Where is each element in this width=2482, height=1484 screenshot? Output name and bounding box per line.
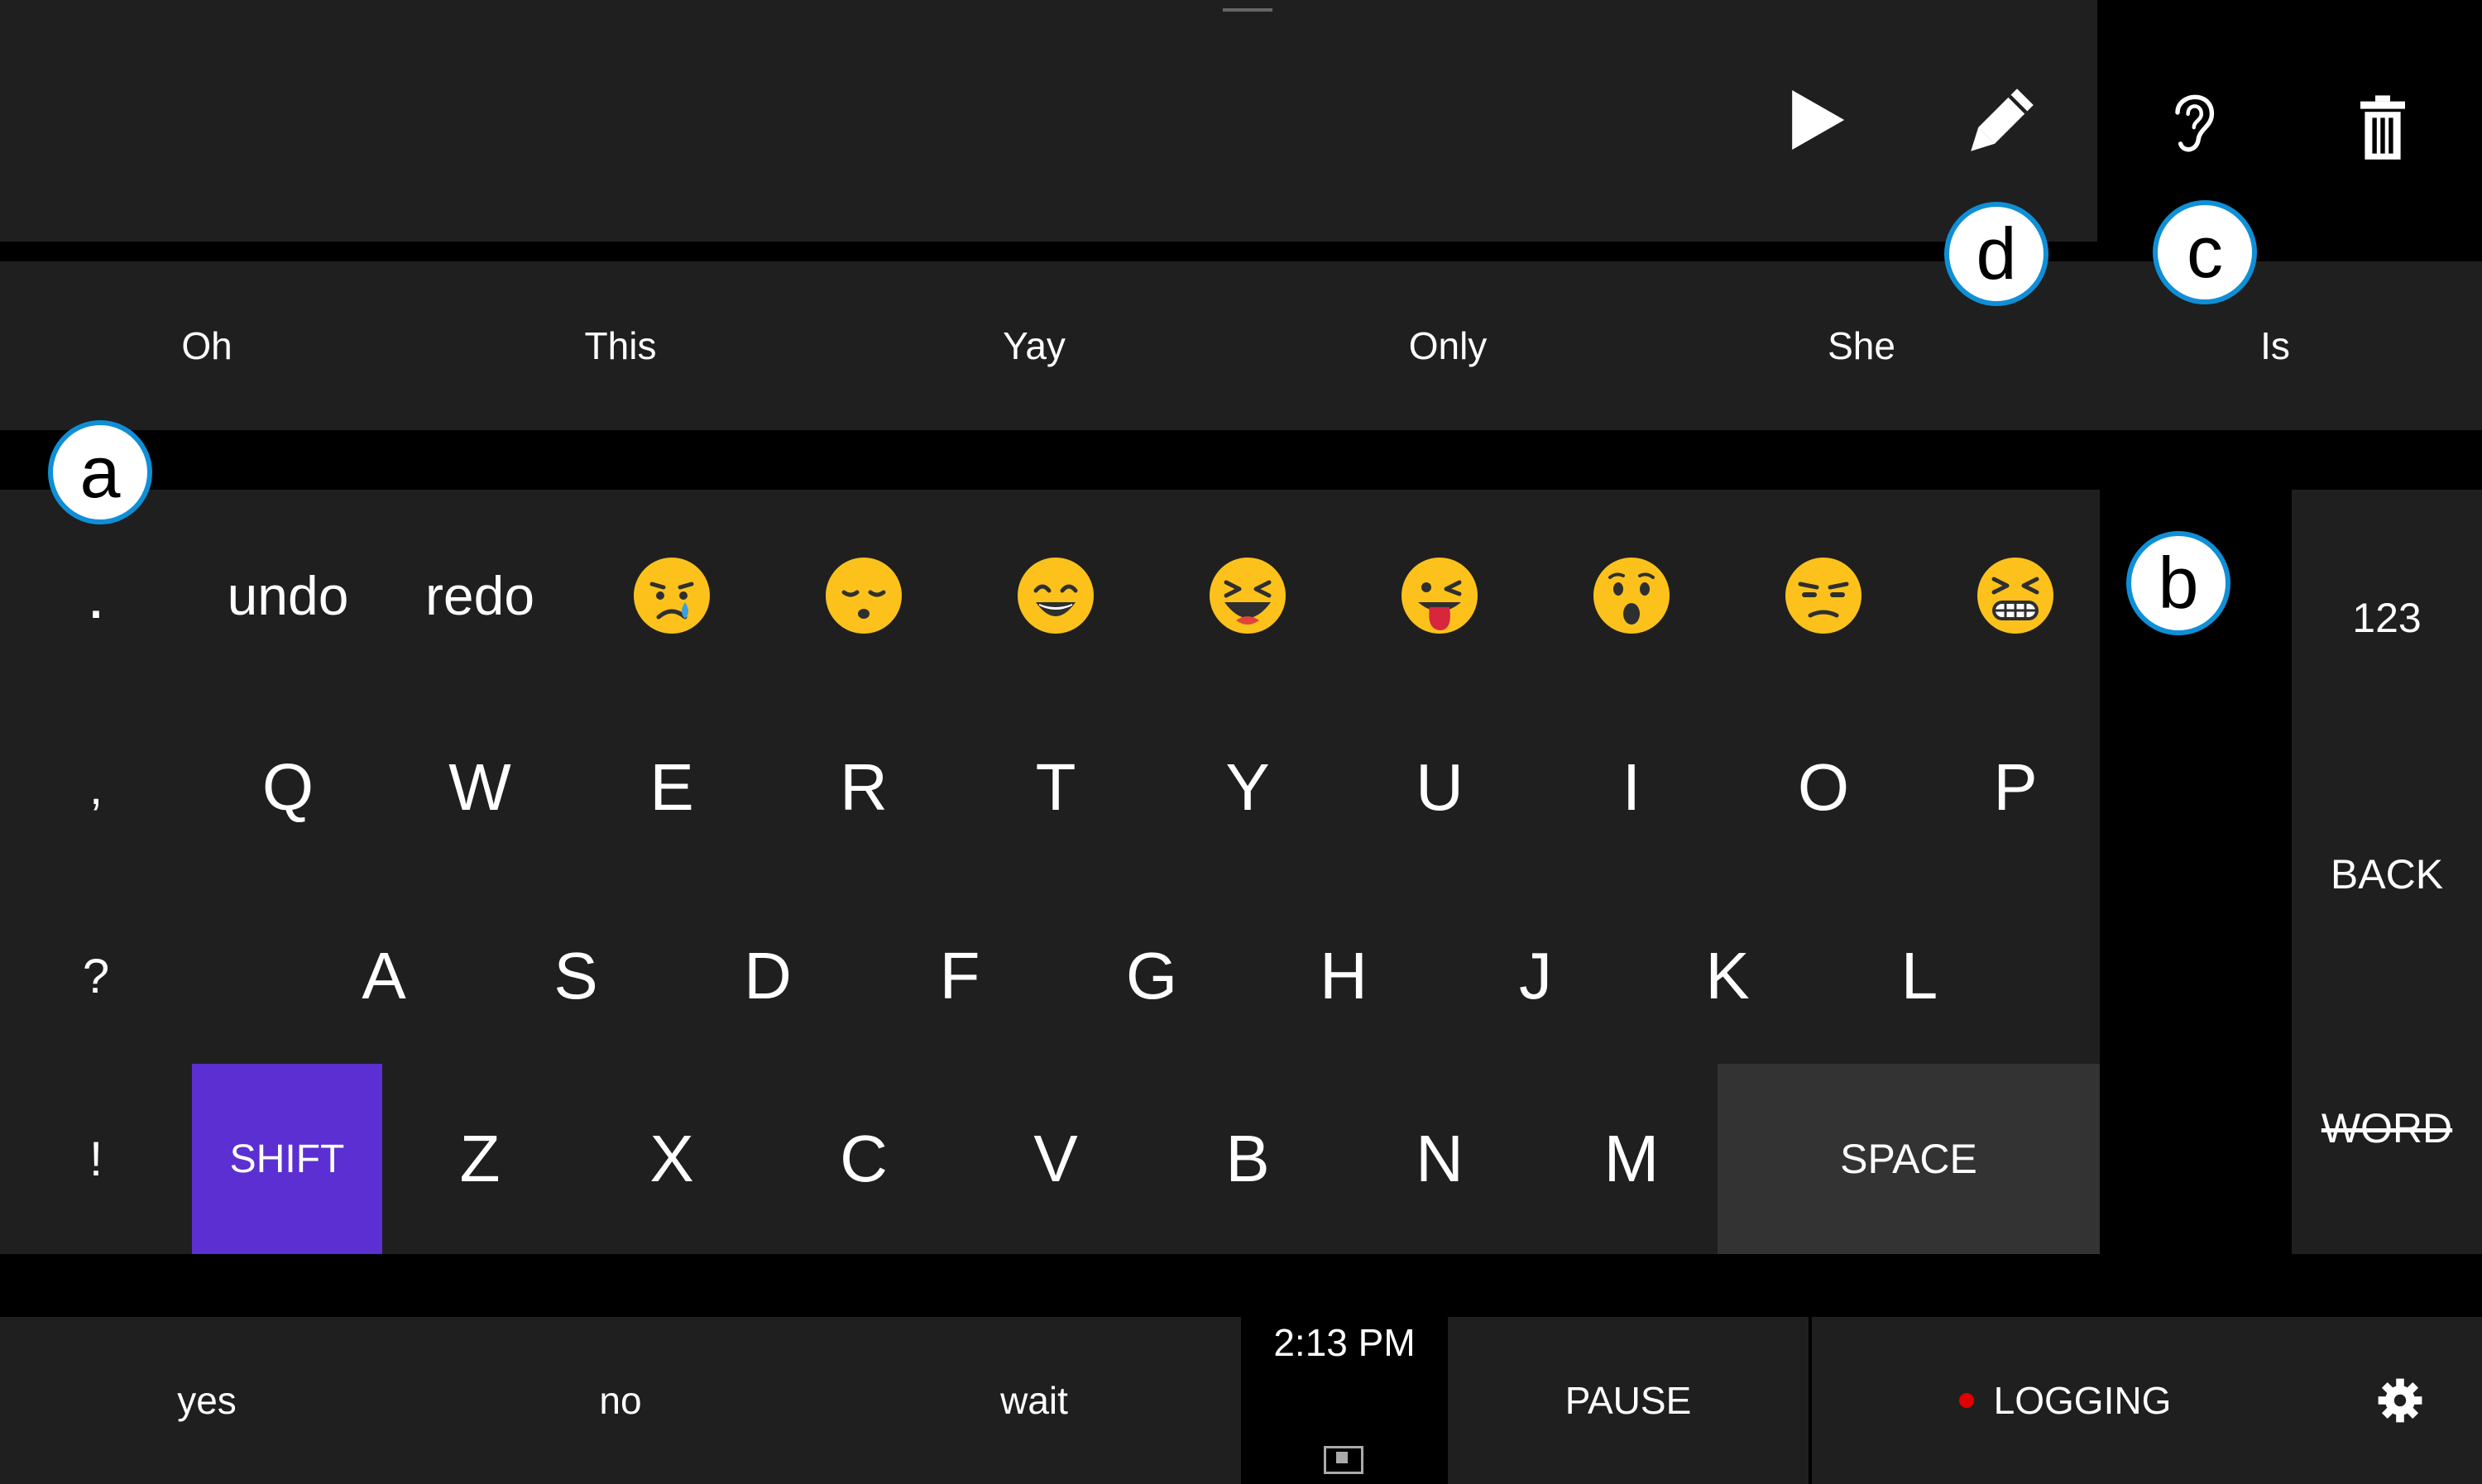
callout-d: d xyxy=(1944,202,2048,306)
emoji-surprised[interactable] xyxy=(1536,513,1727,678)
logging-button[interactable]: LOGGING xyxy=(1812,1317,2318,1484)
redo-key[interactable]: redo xyxy=(384,513,576,678)
logging-indicator-dot xyxy=(1958,1393,1974,1408)
key-c[interactable]: C xyxy=(768,1064,960,1254)
emoji-laughing[interactable] xyxy=(1152,513,1344,678)
key-f[interactable]: F xyxy=(864,893,1056,1059)
key-q[interactable]: Q xyxy=(192,705,384,870)
key-u[interactable]: U xyxy=(1344,705,1536,870)
play-icon xyxy=(1792,90,1845,150)
key-e[interactable]: E xyxy=(576,705,768,870)
settings-button[interactable] xyxy=(2318,1317,2482,1484)
emoji-smiling[interactable] xyxy=(960,513,1152,678)
shift-key[interactable]: SHIFT xyxy=(192,1064,382,1254)
key-r[interactable]: R xyxy=(768,705,960,870)
callout-b: b xyxy=(2126,531,2230,635)
gear-icon xyxy=(2378,1378,2422,1423)
emoji-crying[interactable] xyxy=(576,513,768,678)
quick-phrase-no[interactable]: no xyxy=(414,1317,827,1484)
clock-time: 2:13 PM xyxy=(1273,1321,1416,1364)
screenshot-icon-dot xyxy=(1336,1452,1348,1463)
key-g[interactable]: G xyxy=(1056,893,1248,1059)
prediction-4[interactable]: Only xyxy=(1241,261,1655,430)
key-t[interactable]: T xyxy=(960,705,1152,870)
space-key[interactable]: SPACE xyxy=(1718,1064,2100,1254)
key-k[interactable]: K xyxy=(1632,893,1823,1059)
numbers-key[interactable]: 123 xyxy=(2292,490,2482,746)
key-v[interactable]: V xyxy=(960,1064,1152,1254)
prediction-1[interactable]: Oh xyxy=(0,261,414,430)
key-y[interactable]: Y xyxy=(1152,705,1344,870)
emoji-grimacing[interactable] xyxy=(1919,513,2111,678)
key-o[interactable]: O xyxy=(1727,705,1919,870)
emoji-tongue-out[interactable] xyxy=(1344,513,1536,678)
trash-icon xyxy=(2360,95,2405,160)
tongue-out-emoji-icon xyxy=(1402,558,1478,634)
key-z[interactable]: Z xyxy=(384,1064,576,1254)
key-period[interactable]: . xyxy=(0,513,192,678)
key-d[interactable]: D xyxy=(672,893,864,1059)
key-exclamation[interactable]: ! xyxy=(0,1064,192,1254)
back-key[interactable]: BACK xyxy=(2292,746,2482,1003)
delete-word-key[interactable]: WORD xyxy=(2292,1003,2482,1254)
key-x[interactable]: X xyxy=(576,1064,768,1254)
undo-key[interactable]: undo xyxy=(192,513,384,678)
surprised-emoji-icon xyxy=(1593,558,1670,634)
drag-handle[interactable] xyxy=(1223,8,1272,12)
laughing-emoji-icon xyxy=(1210,558,1286,634)
key-h[interactable]: H xyxy=(1248,893,1440,1059)
key-i[interactable]: I xyxy=(1536,705,1727,870)
key-a[interactable]: A xyxy=(288,893,480,1059)
emoji-sleepy[interactable] xyxy=(768,513,960,678)
key-question[interactable]: ? xyxy=(0,893,192,1059)
prediction-3[interactable]: Yay xyxy=(827,261,1241,430)
prediction-2[interactable]: This xyxy=(414,261,827,430)
smiling-emoji-icon xyxy=(1018,558,1094,634)
play-button[interactable] xyxy=(1775,74,1857,165)
screenshot-icon[interactable] xyxy=(1324,1446,1363,1474)
key-l[interactable]: L xyxy=(1823,893,2015,1059)
grimacing-emoji-icon xyxy=(1977,558,2053,634)
logging-label: LOGGING xyxy=(1993,1379,2172,1422)
delete-button[interactable] xyxy=(2341,83,2424,174)
prediction-6[interactable]: Is xyxy=(2068,261,2482,430)
quick-phrase-wait[interactable]: wait xyxy=(827,1317,1241,1484)
callout-c: c xyxy=(2153,200,2257,304)
quick-phrase-yes[interactable]: yes xyxy=(0,1317,414,1484)
pause-button[interactable]: PAUSE xyxy=(1448,1317,1809,1484)
key-m[interactable]: M xyxy=(1536,1064,1727,1254)
pencil-icon xyxy=(1971,89,2034,151)
ear-icon xyxy=(2175,94,2215,152)
key-j[interactable]: J xyxy=(1440,893,1632,1059)
listen-button[interactable] xyxy=(2151,74,2234,165)
edit-button[interactable] xyxy=(1961,74,2044,165)
key-b[interactable]: B xyxy=(1152,1064,1344,1254)
emoji-unamused[interactable] xyxy=(1727,513,1919,678)
unamused-emoji-icon xyxy=(1785,558,1862,634)
key-p[interactable]: P xyxy=(1919,705,2111,870)
crying-emoji-icon xyxy=(634,558,710,634)
key-comma[interactable]: , xyxy=(0,705,192,870)
sleepy-emoji-icon xyxy=(826,558,902,634)
key-n[interactable]: N xyxy=(1344,1064,1536,1254)
key-w[interactable]: W xyxy=(384,705,576,870)
callout-a: a xyxy=(48,420,152,524)
key-s[interactable]: S xyxy=(480,893,672,1059)
